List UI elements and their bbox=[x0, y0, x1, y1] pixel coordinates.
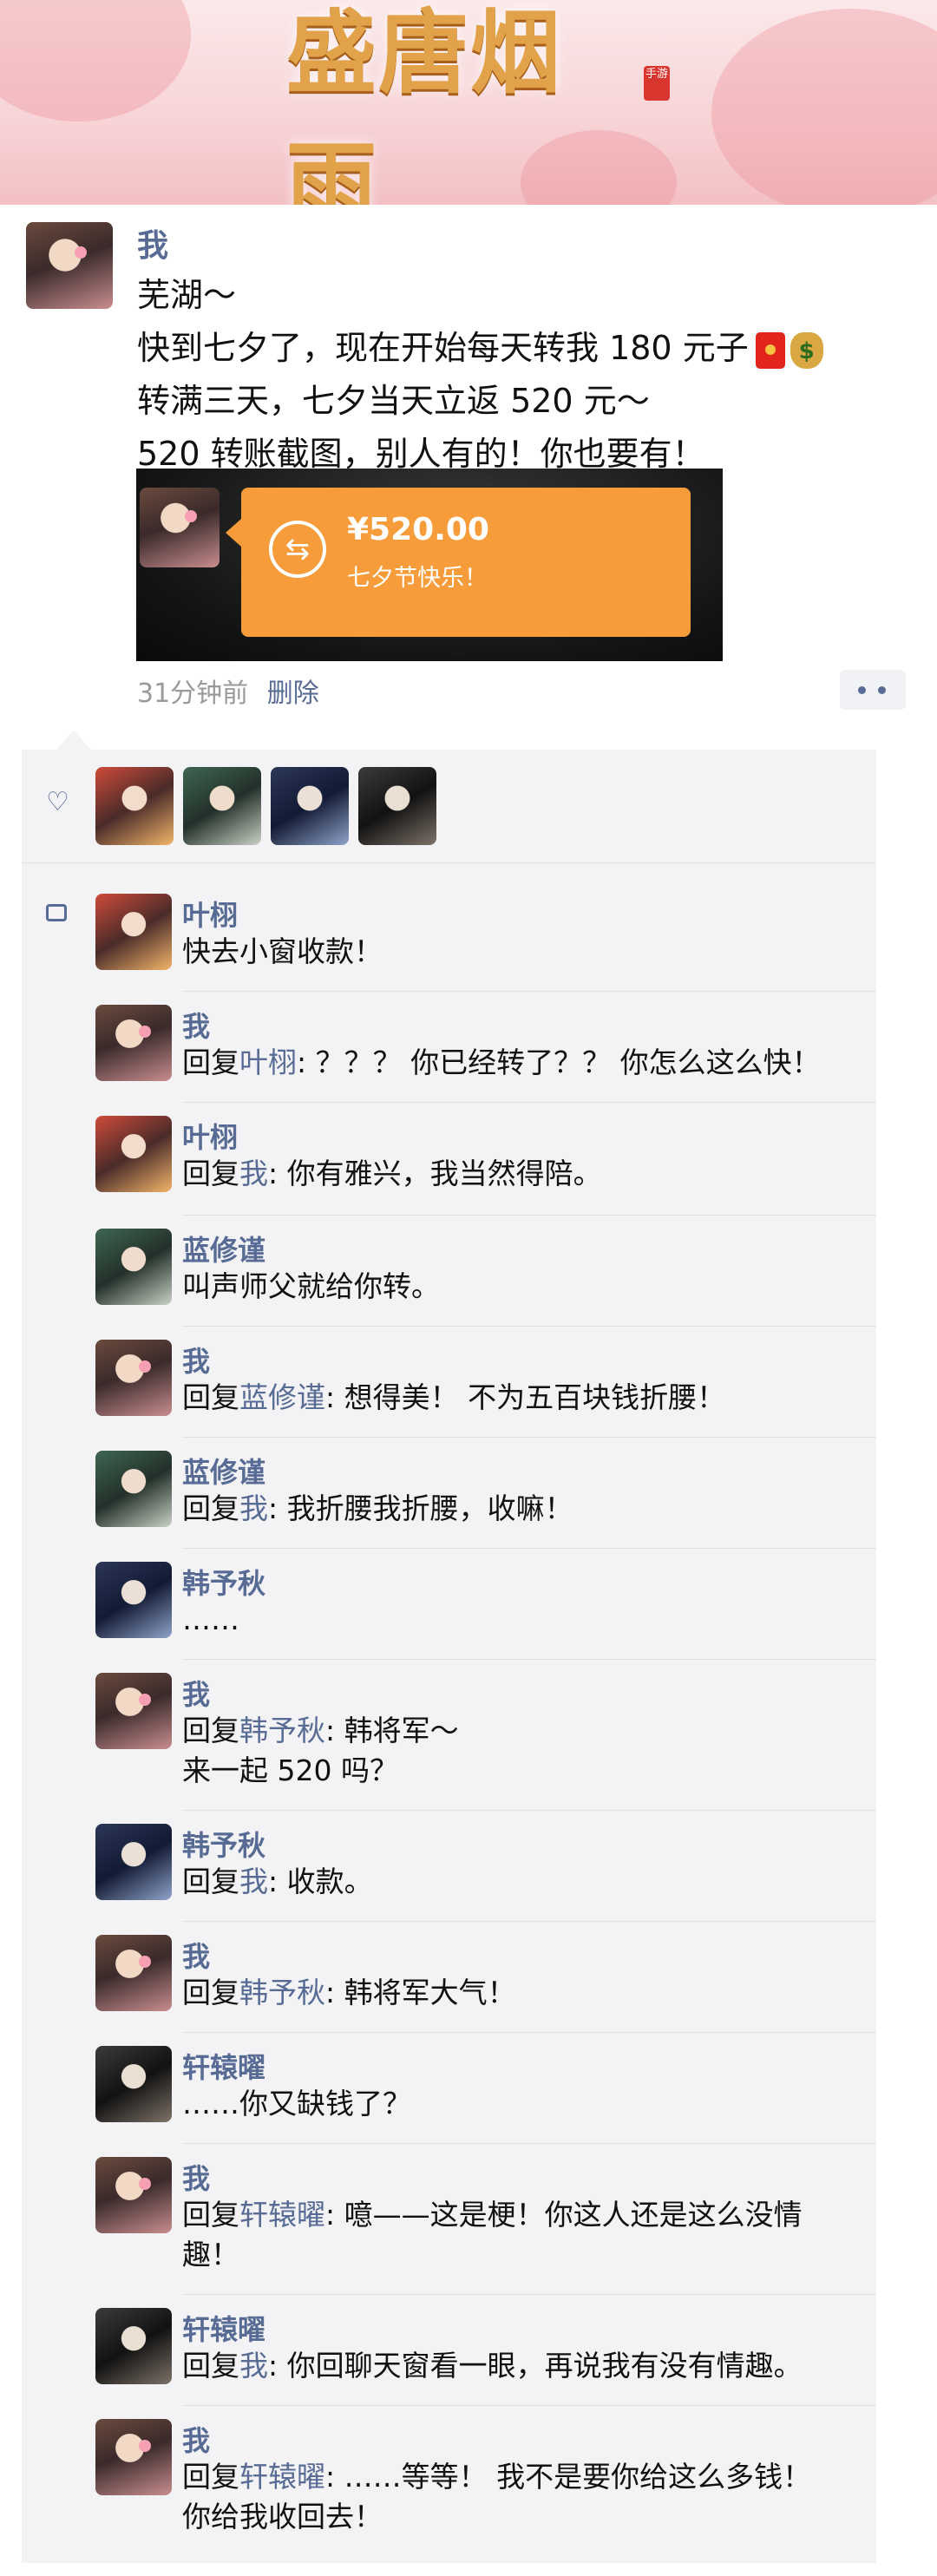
commenter-name[interactable]: 叶栩 bbox=[182, 894, 238, 934]
transfer-arrows-icon: ⇆ bbox=[269, 521, 326, 578]
comment-avatar[interactable] bbox=[95, 1340, 172, 1416]
red-envelope-icon bbox=[755, 331, 785, 369]
comment-text: 快去小窗收款！ bbox=[182, 934, 383, 968]
comment-avatar[interactable] bbox=[95, 1824, 172, 1900]
divider bbox=[182, 1215, 876, 1216]
commenter-name[interactable]: 我 bbox=[182, 1005, 210, 1045]
comment-text: 回复叶栩: ？？？ 你已经转了？？ 你怎么这么快！ bbox=[182, 1045, 821, 1079]
divider bbox=[182, 1437, 876, 1438]
comment-avatar[interactable] bbox=[95, 1116, 172, 1192]
comment-avatar[interactable] bbox=[95, 1562, 172, 1638]
comment-avatar[interactable] bbox=[95, 1935, 172, 2011]
comment-avatar[interactable] bbox=[95, 1673, 172, 1749]
divider bbox=[22, 862, 876, 863]
commenter-name[interactable]: 我 bbox=[182, 1935, 210, 1975]
post-line: 芜湖～ bbox=[137, 276, 237, 314]
commenter-name[interactable]: 轩辕曜 bbox=[182, 2046, 265, 2086]
post-text: 芜湖～ 快到七夕了，现在开始每天转我 180 元子 $ 转满三天，七夕当天立返 5… bbox=[137, 269, 901, 481]
reply-target[interactable]: 韩予秋 bbox=[239, 1714, 325, 1747]
commenter-name[interactable]: 我 bbox=[182, 1340, 210, 1380]
author-name[interactable]: 我 bbox=[137, 220, 168, 265]
divider bbox=[182, 2143, 876, 2144]
reply-target[interactable]: 我 bbox=[239, 1157, 268, 1190]
comment-text: 回复轩辕曜: ……等等！ 我不是要你给这么多钱！ 你给我收回去！ bbox=[182, 2460, 812, 2533]
divider bbox=[182, 2294, 876, 2295]
commenter-name[interactable]: 我 bbox=[182, 2419, 210, 2459]
game-logo: 盛唐烟雨 bbox=[286, 0, 563, 205]
commenter-name[interactable]: 韩予秋 bbox=[182, 1824, 265, 1864]
post-meta: 31分钟前 删除 bbox=[137, 672, 319, 710]
comment-text: 回复我: 我折腰我折腰，收嘛！ bbox=[182, 1491, 573, 1525]
reply-target[interactable]: 轩辕曜 bbox=[239, 2198, 325, 2232]
divider bbox=[182, 1326, 876, 1327]
comment-avatar[interactable] bbox=[95, 1005, 172, 1081]
transfer-note: 七夕节快乐！ bbox=[347, 565, 488, 592]
divider bbox=[182, 1810, 876, 1811]
commenter-name[interactable]: 我 bbox=[182, 2157, 210, 2197]
comment-text: 回复蓝修谨: 想得美！ 不为五百块钱折腰！ bbox=[182, 1380, 726, 1414]
comment-avatar[interactable] bbox=[95, 1229, 172, 1305]
interaction-panel: ♡ 叶栩 快去小窗收款！ 我 回复叶栩: ？？？ 你已经转了？？ 你怎么这么快！… bbox=[22, 731, 876, 2563]
reply-target[interactable]: 轩辕曜 bbox=[239, 2460, 325, 2494]
divider bbox=[182, 1659, 876, 1660]
money-bag-icon: $ bbox=[790, 331, 823, 369]
heart-icon: ♡ bbox=[46, 787, 69, 817]
post-line: 快到七夕了，现在开始每天转我 180 元子 $ bbox=[137, 322, 901, 375]
reply-target[interactable]: 我 bbox=[239, 1491, 268, 1525]
comment-text: …… bbox=[182, 1603, 239, 1636]
reply-target[interactable]: 我 bbox=[239, 2349, 268, 2383]
divider bbox=[182, 1548, 876, 1549]
author-avatar[interactable] bbox=[26, 222, 113, 309]
reply-target[interactable]: 蓝修谨 bbox=[239, 1380, 325, 1414]
comment-icon bbox=[46, 904, 67, 921]
comment-text: 叫声师父就给你转。 bbox=[182, 1269, 440, 1303]
commenter-name[interactable]: 轩辕曜 bbox=[182, 2308, 265, 2348]
commenter-name[interactable]: 我 bbox=[182, 1673, 210, 1713]
post-line: 转满三天，七夕当天立返 520 元～ bbox=[137, 382, 650, 420]
transfer-screenshot[interactable]: ⇆ ¥520.00 七夕节快乐！ bbox=[136, 469, 723, 661]
divider bbox=[182, 2032, 876, 2033]
comment-avatar[interactable] bbox=[95, 2419, 172, 2495]
comment-text: 回复韩予秋: 韩将军大气！ bbox=[182, 1976, 516, 2009]
reply-target[interactable]: 叶栩 bbox=[239, 1045, 297, 1079]
comment-text: ……你又缺钱了？ bbox=[182, 2087, 411, 2120]
comment-text: 回复我: 你有雅兴，我当然得陪。 bbox=[182, 1157, 602, 1190]
divider bbox=[182, 1921, 876, 1922]
commenter-name[interactable]: 蓝修谨 bbox=[182, 1229, 265, 1268]
reply-target[interactable]: 我 bbox=[239, 1865, 268, 1898]
logo-stamp: 手游 bbox=[644, 66, 670, 101]
divider bbox=[182, 991, 876, 992]
comment-avatar[interactable] bbox=[95, 2157, 172, 2233]
transfer-amount: ¥520.00 bbox=[347, 512, 489, 547]
comment-text: 回复韩予秋: 韩将军～ 来一起 520 吗？ bbox=[182, 1714, 459, 1787]
like-avatar[interactable] bbox=[95, 767, 174, 845]
like-avatar[interactable] bbox=[271, 767, 349, 845]
comment-avatar[interactable] bbox=[95, 1451, 172, 1527]
like-avatar[interactable] bbox=[358, 767, 436, 845]
comment-text: 回复我: 收款。 bbox=[182, 1865, 373, 1898]
more-actions-button[interactable] bbox=[840, 670, 906, 710]
comment-avatar[interactable] bbox=[95, 894, 172, 970]
commenter-name[interactable]: 蓝修谨 bbox=[182, 1451, 265, 1491]
header-banner: 盛唐烟雨 手游 bbox=[0, 0, 937, 205]
comment-avatar[interactable] bbox=[95, 2308, 172, 2384]
divider bbox=[182, 1102, 876, 1103]
commenter-name[interactable]: 叶栩 bbox=[182, 1116, 238, 1156]
comment-avatar[interactable] bbox=[95, 2046, 172, 2122]
post-time: 31分钟前 bbox=[137, 678, 249, 709]
transfer-card: ⇆ ¥520.00 七夕节快乐！ bbox=[226, 488, 691, 637]
divider bbox=[182, 2405, 876, 2406]
delete-link[interactable]: 删除 bbox=[267, 678, 319, 709]
comment-text: 回复我: 你回聊天窗看一眼，再说我有没有情趣。 bbox=[182, 2349, 803, 2383]
reply-target[interactable]: 韩予秋 bbox=[239, 1976, 325, 2009]
comment-text: 回复轩辕曜: 噫——这是梗！你这人还是这么没情 趣！ bbox=[182, 2198, 803, 2271]
like-avatar[interactable] bbox=[183, 767, 261, 845]
commenter-name[interactable]: 韩予秋 bbox=[182, 1562, 265, 1602]
transfer-avatar bbox=[140, 488, 220, 567]
